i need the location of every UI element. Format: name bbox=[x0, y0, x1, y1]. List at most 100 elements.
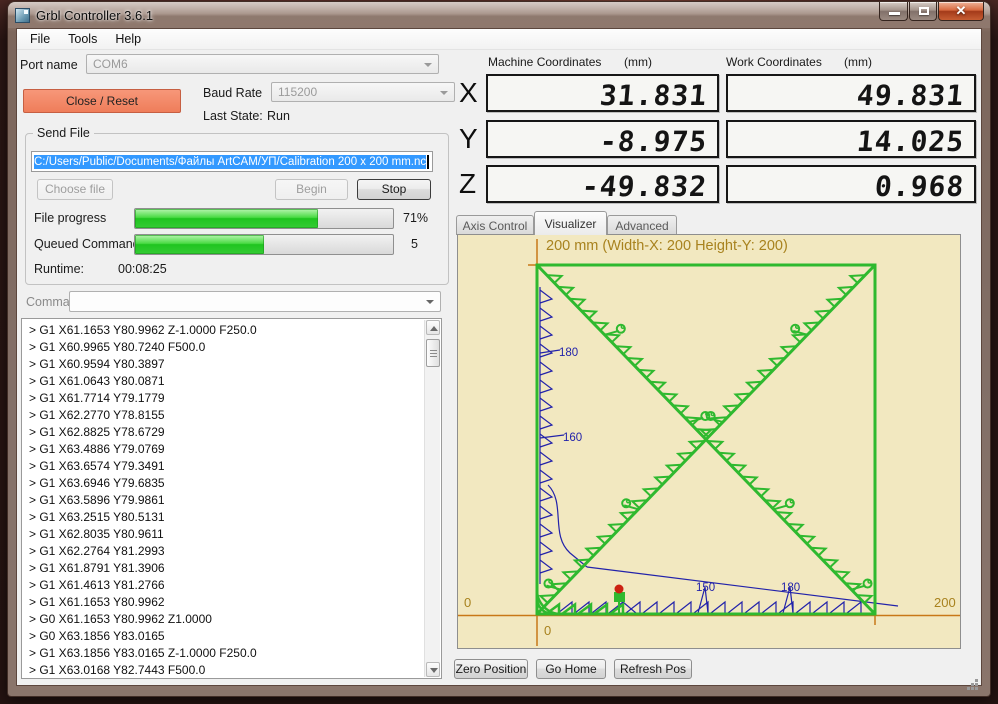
port-name-label: Port name bbox=[20, 58, 78, 72]
log-line: > G1 X61.1653 Y80.9962 bbox=[29, 595, 165, 609]
go-home-button[interactable]: Go Home bbox=[536, 659, 606, 679]
scroll-down-button[interactable] bbox=[426, 662, 440, 677]
machine-coordinates-label: Machine Coordinates bbox=[488, 55, 602, 69]
minimize-button[interactable] bbox=[879, 2, 908, 21]
tab-visualizer[interactable]: Visualizer bbox=[534, 211, 607, 235]
toolpath-annotation: 180 bbox=[781, 582, 801, 594]
queued-commands-bar bbox=[134, 234, 394, 255]
refresh-pos-button[interactable]: Refresh Pos bbox=[614, 659, 692, 679]
maximize-button[interactable] bbox=[909, 2, 937, 21]
x-min-label: 0 bbox=[464, 595, 472, 610]
toolpath-annotation: 150 bbox=[696, 582, 716, 594]
port-name-value: COM6 bbox=[93, 57, 128, 71]
queued-commands-fill bbox=[135, 235, 264, 254]
menu-tools[interactable]: Tools bbox=[59, 30, 106, 48]
work-units-label: (mm) bbox=[844, 55, 872, 69]
log-line: > G1 X63.0168 Y82.7443 F500.0 bbox=[29, 663, 206, 677]
machine-x-value: 31.831 bbox=[598, 79, 709, 112]
command-combo[interactable] bbox=[69, 291, 441, 312]
log-line: > G1 X62.2764 Y81.2993 bbox=[29, 544, 165, 558]
app-window: Grbl Controller 3.6.1 ✕ File Tools Help … bbox=[8, 2, 990, 696]
last-state-label: Last State: bbox=[203, 109, 263, 123]
baud-rate-label: Baud Rate bbox=[203, 86, 263, 100]
scroll-up-button[interactable] bbox=[426, 320, 440, 335]
toolpath-annotation: 180 bbox=[559, 347, 579, 359]
visualizer-header: 200 mm (Width-X: 200 Height-Y: 200) bbox=[546, 238, 788, 254]
log-line: > G1 X61.4613 Y81.2766 bbox=[29, 578, 165, 592]
last-state-value: Run bbox=[267, 109, 290, 123]
machine-z-display: -49.832 bbox=[486, 165, 719, 203]
file-progress-percent: 71% bbox=[403, 211, 429, 225]
log-line: > G1 X62.2770 Y78.8155 bbox=[29, 408, 165, 422]
port-name-combo[interactable]: COM6 bbox=[86, 54, 439, 74]
arrow-down-icon bbox=[430, 668, 438, 673]
origin-label: 0 bbox=[544, 623, 552, 638]
chevron-down-icon bbox=[426, 300, 434, 304]
close-icon: ✕ bbox=[955, 3, 967, 18]
log-line: > G1 X62.8825 Y78.6729 bbox=[29, 425, 165, 439]
work-y-value: 14.025 bbox=[855, 125, 966, 158]
close-reset-button[interactable]: Close / Reset bbox=[23, 89, 181, 113]
log-line: > G1 X63.1856 Y83.0165 Z-1.0000 F250.0 bbox=[29, 646, 257, 660]
log-line: > G1 X63.5896 Y79.9861 bbox=[29, 493, 165, 507]
menu-file[interactable]: File bbox=[21, 30, 59, 48]
menu-bar: File Tools Help bbox=[17, 29, 981, 50]
arrow-up-icon bbox=[430, 326, 438, 331]
log-line: > G1 X61.8791 Y81.3906 bbox=[29, 561, 165, 575]
maximize-icon bbox=[919, 7, 929, 15]
app-icon bbox=[15, 8, 30, 23]
minimize-icon bbox=[889, 12, 900, 15]
log-line: > G1 X61.1653 Y80.9962 Z-1.0000 F250.0 bbox=[29, 323, 257, 337]
chevron-down-icon bbox=[424, 63, 432, 67]
log-line: > G1 X61.7714 Y79.1779 bbox=[29, 391, 165, 405]
axis-z-label: Z bbox=[459, 168, 477, 199]
command-log[interactable]: > G1 X61.1653 Y80.9962 Z-1.0000 F250.0 > … bbox=[21, 318, 442, 679]
chevron-down-icon bbox=[440, 91, 448, 95]
x-max-label: 200 bbox=[934, 595, 956, 610]
log-line: > G1 X61.0643 Y80.0871 bbox=[29, 374, 165, 388]
work-x-display: 49.831 bbox=[726, 74, 976, 112]
queued-commands-label: Queued Commands bbox=[34, 237, 146, 251]
scrollbar-thumb[interactable] bbox=[426, 339, 440, 367]
title-bar[interactable]: Grbl Controller 3.6.1 ✕ bbox=[8, 2, 990, 28]
runtime-value: 00:08:25 bbox=[118, 262, 167, 276]
baud-rate-combo[interactable]: 115200 bbox=[271, 82, 455, 102]
toolpath-annotation: 160 bbox=[563, 432, 583, 444]
file-progress-bar bbox=[134, 208, 394, 229]
work-x-value: 49.831 bbox=[855, 79, 966, 112]
menu-help[interactable]: Help bbox=[106, 30, 150, 48]
begin-button[interactable]: Begin bbox=[275, 179, 348, 200]
file-path-input[interactable]: C:/Users/Public/Documents/Файлы ArtCAM/У… bbox=[31, 151, 433, 172]
machine-y-display: -8.975 bbox=[486, 120, 719, 158]
runtime-label: Runtime: bbox=[34, 262, 85, 276]
log-line: > G1 X63.2515 Y80.5131 bbox=[29, 510, 165, 524]
log-line: > G1 X62.8035 Y80.9611 bbox=[29, 527, 164, 541]
file-progress-fill bbox=[135, 209, 319, 228]
window-title: Grbl Controller 3.6.1 bbox=[36, 8, 154, 23]
file-progress-label: File progress bbox=[34, 211, 107, 225]
machine-x-display: 31.831 bbox=[486, 74, 719, 112]
stop-button[interactable]: Stop bbox=[357, 179, 431, 200]
queued-commands-value: 5 bbox=[411, 237, 418, 251]
log-line: > G1 X60.9594 Y80.3897 bbox=[29, 357, 165, 371]
send-file-group-label: Send File bbox=[33, 126, 94, 140]
work-coordinates-label: Work Coordinates bbox=[726, 55, 822, 69]
client-area: File Tools Help Port name COM6 Close / R… bbox=[16, 28, 982, 686]
work-y-display: 14.025 bbox=[726, 120, 976, 158]
file-path-value: C:/Users/Public/Documents/Файлы ArtCAM/У… bbox=[34, 154, 427, 169]
resize-grip[interactable] bbox=[975, 679, 978, 682]
work-z-display: 0.968 bbox=[726, 165, 976, 203]
log-line: > G1 X63.6946 Y79.6835 bbox=[29, 476, 165, 490]
log-line: > G0 X61.1653 Y80.9962 Z1.0000 bbox=[29, 612, 212, 626]
close-button[interactable]: ✕ bbox=[938, 2, 984, 21]
axis-x-label: X bbox=[459, 77, 478, 108]
choose-file-button[interactable]: Choose file bbox=[37, 179, 113, 200]
log-scrollbar[interactable] bbox=[424, 320, 440, 677]
visualizer-panel: 200 mm (Width-X: 200 Height-Y: 200) 0 20… bbox=[457, 234, 961, 649]
machine-units-label: (mm) bbox=[624, 55, 652, 69]
tab-axis-control[interactable]: Axis Control bbox=[456, 215, 534, 235]
log-line: > G1 X63.6574 Y79.3491 bbox=[29, 459, 165, 473]
tab-advanced[interactable]: Advanced bbox=[607, 215, 677, 235]
text-caret bbox=[427, 154, 430, 169]
zero-position-button[interactable]: Zero Position bbox=[454, 659, 528, 679]
